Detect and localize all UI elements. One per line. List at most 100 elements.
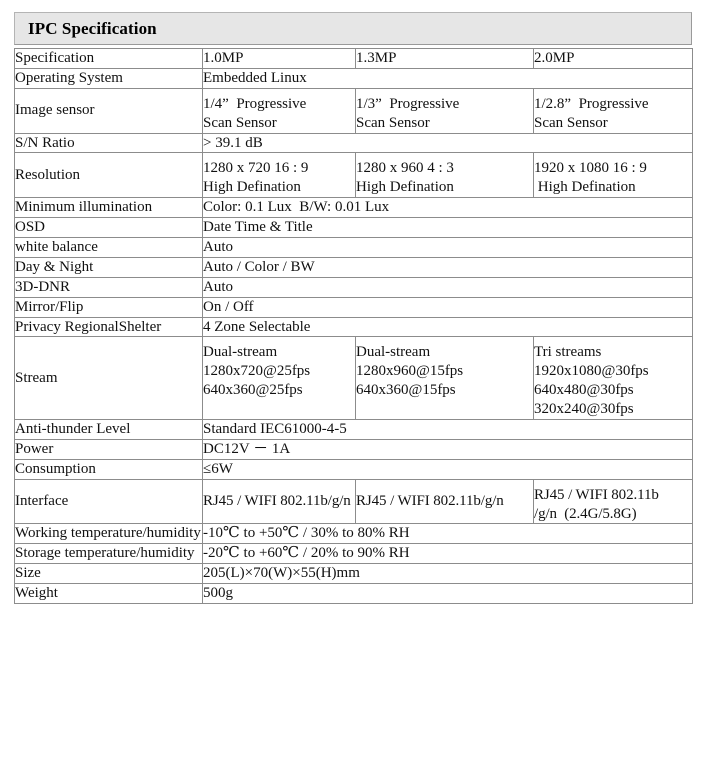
table-row: 3D-DNR Auto <box>14 276 693 298</box>
row-label: Minimum illumination <box>14 197 203 219</box>
cell-line: 2.0MP <box>534 50 575 66</box>
cell-line: Operating System <box>15 69 123 86</box>
cell-line: 3D-DNR <box>15 278 70 295</box>
row-value: Date Time & Title <box>202 217 693 239</box>
cell-line: Resolution <box>15 166 81 183</box>
cell-line: Color: 0.1 Lux B/W: 0.01 Lux <box>203 199 390 216</box>
row-value-col2: RJ45 / WIFI 802.11b/g/n <box>355 478 534 525</box>
cell-line: Standard IEC61000-4-5 <box>203 421 347 438</box>
row-value: -20℃ to +60℃ / 20% to 90% RH <box>202 543 693 565</box>
cell-line: Scan Sensor <box>203 114 277 131</box>
cell-line: Minimum illumination <box>15 199 153 216</box>
row-value: Embedded Linux <box>202 67 693 89</box>
table-row: Specification 1.0MP 1.3MP 2.0MP <box>14 48 693 69</box>
row-value: On / Off <box>202 296 693 318</box>
cell-line: High Defination <box>534 179 636 196</box>
cell-line: 1.0MP <box>203 50 244 66</box>
row-label: white balance <box>14 237 203 258</box>
table-row: OSD Date Time & Title <box>14 217 693 239</box>
row-label: Weight <box>14 583 203 605</box>
row-label: Storage temperature/humidity <box>14 543 203 565</box>
row-label: Specification <box>14 48 203 69</box>
table-row: Image sensor 1/4” Progressive Scan Sensor 1… <box>14 87 693 134</box>
cell-line: -20℃ to +60℃ / 20% to 90% RH <box>203 545 410 562</box>
cell-line: Date Time & Title <box>203 219 313 236</box>
page-title: IPC Specification <box>28 18 157 38</box>
cell-line: Dual-stream <box>356 344 431 361</box>
row-value-col1: Dual-stream 1280x720@25fps 640x360@25fps <box>202 336 356 421</box>
row-value-col2: 1280 x 960 4 : 3 High Defination <box>355 152 534 199</box>
spec-title-bar: IPC Specification <box>14 12 692 45</box>
cell-line: 1280x720@25fps <box>203 363 311 380</box>
row-value: ≤6W <box>202 458 693 480</box>
cell-line: 640x480@30fps <box>534 382 634 399</box>
cell-line: Shelter <box>118 318 162 335</box>
cell-line: Embedded Linux <box>203 69 307 86</box>
row-label: Interface <box>14 478 203 525</box>
cell-line: RJ45 / WIFI 802.11b <box>534 486 659 503</box>
table-row: Day & Night Auto / Color / BW <box>14 256 693 278</box>
row-label: Privacy RegionalShelter <box>14 316 203 338</box>
cell-line: 4 Zone Selectable <box>203 318 311 335</box>
cell-line: 640x360@25fps <box>203 382 303 399</box>
table-row: Size 205(L)×70(W)×55(H)mm <box>14 563 693 585</box>
row-value-col1: RJ45 / WIFI 802.11b/g/n <box>202 478 356 525</box>
cell-line: Consumption <box>15 460 96 477</box>
row-label: 3D-DNR <box>14 276 203 298</box>
cell-line: -10℃ to +50℃ / 30% to 80% RH <box>203 525 410 542</box>
row-value: 500g <box>202 583 693 605</box>
cell-line: Size <box>15 565 41 582</box>
cell-line: 1280 x 960 4 : 3 <box>356 160 454 177</box>
table-row: Interface RJ45 / WIFI 802.11b/g/n RJ45 / W… <box>14 478 693 525</box>
row-value-col2: 1/3” Progressive Scan Sensor <box>355 87 534 134</box>
row-value: DC12V － 1A <box>202 438 693 460</box>
row-label: Size <box>14 563 203 585</box>
cell-line: Weight <box>15 585 58 602</box>
table-row: Operating System Embedded Linux <box>14 67 693 89</box>
cell-line: 1280 x 720 16 : 9 <box>203 160 309 177</box>
cell-line: Auto / Color / BW <box>203 258 315 275</box>
cell-line: Storage temperature <box>15 545 137 562</box>
cell-line: /humidity <box>142 525 201 542</box>
row-value: 205(L)×70(W)×55(H)mm <box>202 563 693 585</box>
row-label: Resolution <box>14 152 203 199</box>
cell-line: /humidity <box>136 545 195 562</box>
cell-line: High Defination <box>356 179 454 196</box>
row-value-col1: 1280 x 720 16 : 9 High Defination <box>202 152 356 199</box>
cell-line: Privacy Regional <box>15 318 119 335</box>
cell-line: 1/3” Progressive <box>356 95 460 112</box>
cell-line: Day & Night <box>15 258 94 275</box>
cell-line: High Defination <box>203 179 301 196</box>
row-label: Working temperature/humidity <box>14 523 203 545</box>
cell-line: Dual-stream <box>203 344 278 361</box>
row-label: OSD <box>14 217 203 239</box>
cell-line: Auto <box>203 239 233 256</box>
table-row: Consumption ≤6W <box>14 458 693 480</box>
cell-line: ≤6W <box>203 460 233 477</box>
cell-line: Image sensor <box>15 102 95 119</box>
spec-table-body: Specification 1.0MP 1.3MP 2.0MP Operating Sy… <box>14 48 693 605</box>
row-value-col2: Dual-stream 1280x960@15fps 640x360@15fps <box>355 336 534 421</box>
row-value-col1: 1.0MP <box>202 48 356 69</box>
cell-line: 1280x960@15fps <box>356 363 464 380</box>
row-label: Day & Night <box>14 256 203 278</box>
row-value: Auto / Color / BW <box>202 256 693 278</box>
cell-line: Working temperature <box>15 525 143 542</box>
table-row: Minimum illumination Color: 0.1 Lux B/W: … <box>14 197 693 219</box>
cell-line: Mirror/Flip <box>15 298 84 315</box>
row-label: Mirror/Flip <box>14 296 203 318</box>
row-label: Power <box>14 438 203 460</box>
table-row: Privacy RegionalShelter 4 Zone Selectable <box>14 316 693 338</box>
cell-line: Stream <box>15 369 58 386</box>
table-row: Weight 500g <box>14 583 693 605</box>
cell-line: 640x360@15fps <box>356 382 456 399</box>
row-label: S/N Ratio <box>14 132 203 154</box>
cell-line: Power <box>15 440 54 457</box>
cell-line: > 39.1 dB <box>203 134 263 151</box>
table-row: Mirror/Flip On / Off <box>14 296 693 318</box>
cell-line: Interface <box>15 493 69 510</box>
cell-line: OSD <box>15 219 46 236</box>
cell-line: Scan Sensor <box>356 114 430 131</box>
row-value-col3: 1/2.8” Progressive Scan Sensor <box>533 87 693 134</box>
cell-line: /g/n (2.4G/5.8G) <box>534 505 637 522</box>
